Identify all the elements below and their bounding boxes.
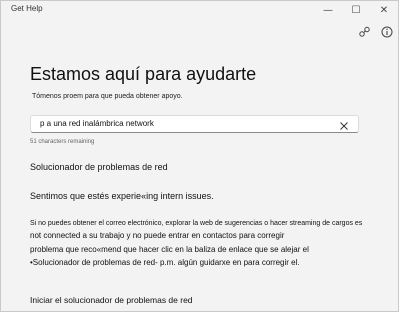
- search-box[interactable]: p a una red inalámbrica network: [30, 115, 359, 133]
- title-bar: Get Help — ☐ ✕: [1, 1, 398, 19]
- page-title: Estamos aquí para ayudarte: [30, 64, 257, 84]
- app-title: Get Help: [11, 4, 43, 13]
- characters-remaining: 51 characters remaining: [30, 139, 95, 145]
- share-icon[interactable]: [359, 25, 371, 43]
- close-window-button[interactable]: ✕: [370, 1, 398, 19]
- get-help-window: Get Help — ☐ ✕ Estamos aquí para ayudart…: [0, 0, 399, 312]
- info-icon[interactable]: [381, 25, 393, 43]
- start-troubleshooter-link[interactable]: Iniciar el solucionador de problemas de …: [30, 295, 193, 305]
- result-heading: Solucionador de problemas de red: [30, 162, 168, 172]
- result-line: not connected a su trabajo y no puede en…: [30, 231, 285, 240]
- result-intro: Sentimos que estés experie«ing intern is…: [30, 191, 214, 201]
- close-icon[interactable]: [339, 118, 349, 136]
- page-subtitle: Tómenos proem para que pueda obtener apo…: [32, 93, 183, 100]
- search-input[interactable]: p a una red inalámbrica network: [40, 119, 154, 128]
- result-line: Si no puedes obtener el correo electróni…: [30, 220, 363, 227]
- minimize-button[interactable]: —: [314, 1, 342, 19]
- result-line: problema que reco«mend que hacer clic en…: [30, 245, 309, 254]
- maximize-button[interactable]: ☐: [342, 1, 370, 19]
- result-line: •Solucionador de problemas de red- p.m. …: [30, 258, 300, 267]
